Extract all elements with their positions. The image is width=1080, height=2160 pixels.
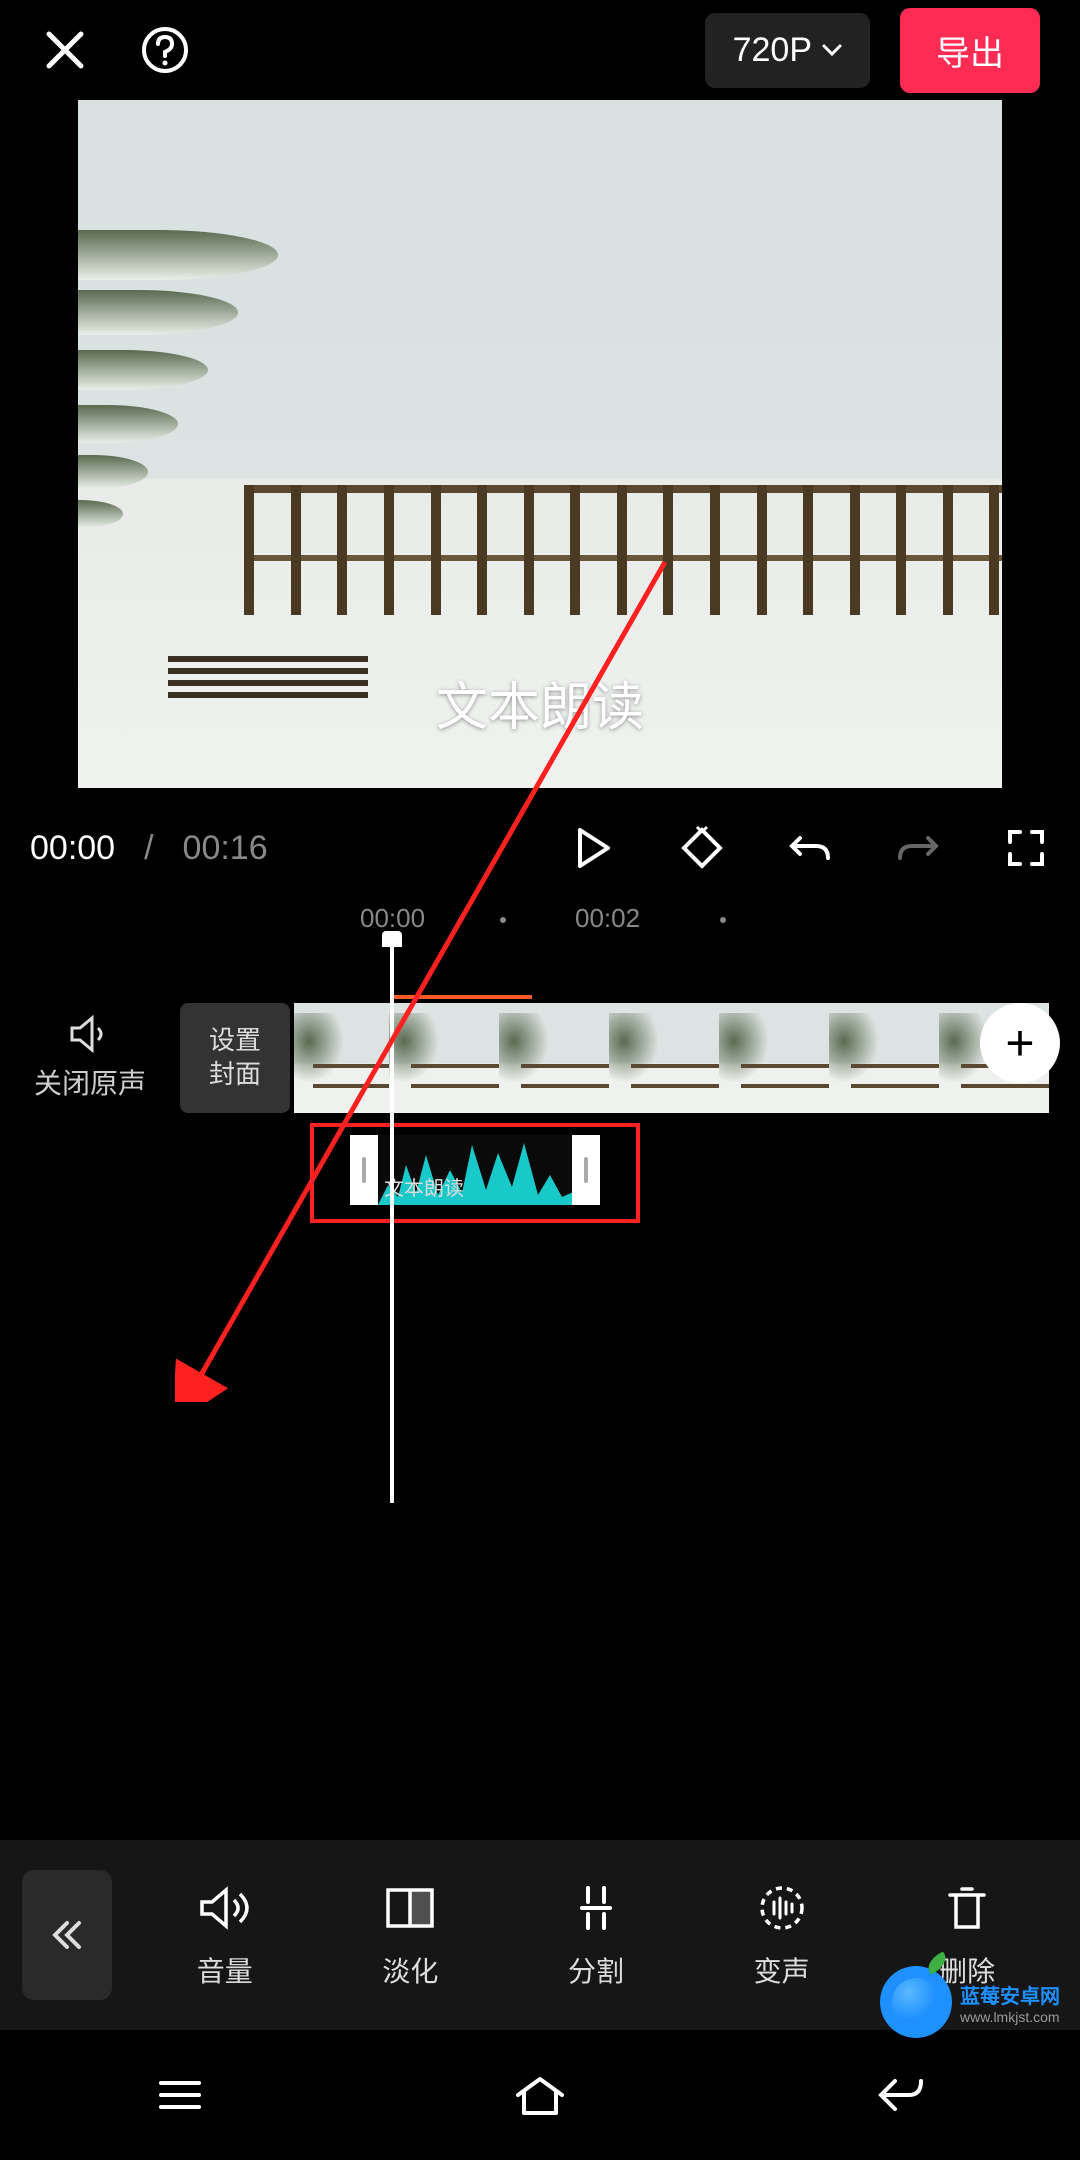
nav-menu-button[interactable] — [130, 2065, 230, 2125]
split-icon — [568, 1880, 624, 1936]
speaker-icon — [68, 1014, 112, 1054]
voice-change-icon — [754, 1880, 810, 1936]
audio-clip[interactable]: 文本朗读 — [350, 1135, 600, 1205]
fade-icon — [382, 1880, 438, 1936]
menu-icon — [155, 2075, 205, 2115]
mute-original-button[interactable]: 关闭原声 — [0, 998, 180, 1118]
play-button[interactable] — [570, 824, 618, 872]
video-clip[interactable] — [294, 1003, 1080, 1113]
help-button[interactable] — [140, 25, 190, 75]
export-label: 导出 — [936, 35, 1004, 73]
audio-waveform: 文本朗读 — [378, 1135, 572, 1205]
tool-label: 淡化 — [382, 1950, 438, 1990]
toolbar-back-button[interactable] — [22, 1870, 112, 2000]
tool-voice-change[interactable]: 变声 — [754, 1880, 810, 1990]
watermark-title: 蓝莓安卓网 — [960, 1980, 1060, 2009]
mute-label: 关闭原声 — [34, 1062, 146, 1102]
watermark-url: www.lmkjst.com — [960, 2009, 1060, 2025]
home-icon — [512, 2073, 568, 2117]
keyframe-button[interactable] — [678, 824, 726, 872]
ruler-tick — [720, 917, 726, 923]
ruler-mark: 00:02 — [575, 903, 640, 934]
fullscreen-button[interactable] — [1002, 824, 1050, 872]
add-clip-button[interactable]: + — [980, 1003, 1060, 1083]
cover-label-1: 设置 — [209, 1024, 261, 1058]
watermark-logo-icon — [880, 1966, 952, 2038]
audio-clip-label: 文本朗读 — [384, 1172, 464, 1201]
plus-icon: + — [1005, 1014, 1034, 1072]
tool-split[interactable]: 分割 — [568, 1880, 624, 1990]
ruler-tick — [500, 917, 506, 923]
cover-label-2: 封面 — [209, 1058, 261, 1092]
preview-overlay-text: 文本朗读 — [436, 665, 644, 740]
timeline-ruler: 00:00 00:02 — [0, 903, 1080, 943]
back-icon — [875, 2073, 925, 2117]
timeline[interactable]: 00:00 00:02 关闭原声 设置 封面 + — [0, 903, 1080, 1343]
playhead[interactable] — [390, 943, 394, 1503]
volume-icon — [197, 1880, 253, 1936]
tool-fade[interactable]: 淡化 — [382, 1880, 438, 1990]
clip-handle-right[interactable] — [572, 1135, 600, 1205]
export-button[interactable]: 导出 — [900, 8, 1040, 93]
video-preview[interactable]: 文本朗读 — [78, 100, 1002, 788]
nav-back-button[interactable] — [850, 2065, 950, 2125]
clip-handle-left[interactable] — [350, 1135, 378, 1205]
tool-label: 音量 — [197, 1950, 253, 1990]
close-button[interactable] — [40, 25, 90, 75]
chevron-down-icon — [822, 43, 842, 57]
time-total: 00:16 — [183, 829, 268, 868]
tool-label: 变声 — [754, 1950, 810, 1990]
nav-home-button[interactable] — [490, 2065, 590, 2125]
watermark: 蓝莓安卓网 www.lmkjst.com — [880, 1966, 1060, 2038]
redo-button[interactable] — [894, 824, 942, 872]
resolution-selector[interactable]: 720P — [705, 13, 870, 88]
tool-label: 分割 — [568, 1950, 624, 1990]
resolution-label: 720P — [733, 31, 812, 70]
tool-volume[interactable]: 音量 — [197, 1880, 253, 1990]
time-separator: / — [144, 829, 153, 868]
ruler-mark: 00:00 — [360, 903, 425, 934]
delete-icon — [939, 1880, 995, 1936]
time-current: 00:00 — [30, 829, 115, 868]
set-cover-button[interactable]: 设置 封面 — [180, 1003, 290, 1113]
undo-button[interactable] — [786, 824, 834, 872]
chevron-left-double-icon — [47, 1915, 87, 1955]
system-nav-bar — [0, 2030, 1080, 2160]
selection-indicator — [392, 995, 532, 999]
